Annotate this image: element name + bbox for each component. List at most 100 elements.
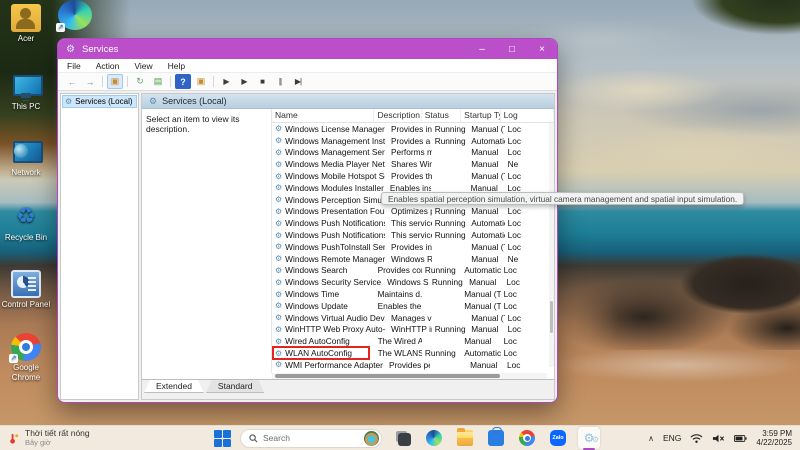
service-name-cell[interactable]: ⚙Windows Media Player Netw... xyxy=(272,159,388,169)
service-row[interactable]: ⚙ Windows Push Notifications... This servi… xyxy=(272,217,554,229)
service-description: Provides con... xyxy=(377,265,422,276)
menu-file[interactable]: File xyxy=(67,61,81,71)
service-name-cell[interactable]: ⚙ Windows Push Notifications... xyxy=(272,218,388,228)
desktop-icon-control-panel[interactable]: Control Panel xyxy=(0,270,52,310)
service-name-cell[interactable]: ⚙ Windows Time xyxy=(272,289,375,299)
service-row[interactable]: ⚙WMI Performance AdapterProvides per...M… xyxy=(272,359,554,371)
column-header-startup-type[interactable]: Startup Type xyxy=(461,109,501,122)
desktop-icon-network[interactable]: Network xyxy=(0,138,52,178)
taskbar-app-zalo[interactable]: Zalo xyxy=(547,427,569,449)
vertical-scrollbar[interactable] xyxy=(549,123,554,367)
maximize-button[interactable]: □ xyxy=(497,39,527,59)
refresh-button[interactable]: ↻ xyxy=(132,74,148,89)
service-name-cell[interactable]: ⚙ Windows Management Serv... xyxy=(272,147,388,157)
taskbar-app-explorer[interactable] xyxy=(454,427,476,449)
resume-service-button[interactable]: ▶ xyxy=(236,74,252,89)
service-name-cell[interactable]: ⚙ Windows Virtual Audio Devi... xyxy=(272,313,388,323)
export-list-button[interactable]: ▤ xyxy=(150,74,166,89)
service-row[interactable]: ⚙Windows Virtual Audio Devi...Manages vi… xyxy=(272,312,554,324)
restart-service-button[interactable]: ▶| xyxy=(290,74,306,89)
desktop-icon-user-folder[interactable]: Acer xyxy=(0,4,52,44)
column-header-name[interactable]: Name ⌃ xyxy=(272,109,375,122)
search-box[interactable]: Search xyxy=(240,428,382,448)
desktop-icon-recycle-bin[interactable]: ♻ Recycle Bin xyxy=(0,203,52,243)
menu-action[interactable]: Action xyxy=(96,61,120,71)
service-name-cell[interactable]: ⚙ Windows Search xyxy=(272,265,375,275)
menu-help[interactable]: Help xyxy=(168,61,185,71)
service-name-cell[interactable]: ⚙ WMI Performance Adapter xyxy=(272,360,386,370)
start-service-button[interactable]: ▶ xyxy=(218,74,234,89)
wifi-icon[interactable] xyxy=(690,433,703,444)
show-hide-action-pane-button[interactable]: ▣ xyxy=(193,74,209,89)
weather-widget[interactable]: Thời tiết rất nóng Bây giờ xyxy=(0,428,170,448)
menu-view[interactable]: View xyxy=(134,61,152,71)
service-row[interactable]: ⚙Windows UpdateEnables the ...Manual (Tr… xyxy=(272,300,554,312)
service-name-cell[interactable]: ⚙ Windows Presentation Foun... xyxy=(272,206,388,216)
service-name-cell[interactable]: ⚙Windows PushToInstall Servi... xyxy=(272,242,388,252)
service-name-cell[interactable]: ⚙WinHTTP Web Proxy Auto-D... xyxy=(272,324,388,334)
start-button[interactable] xyxy=(212,428,232,448)
service-row[interactable]: ⚙Windows TimeMaintains d...Manual (Trigg… xyxy=(272,288,554,300)
taskbar-app-chrome[interactable] xyxy=(516,427,538,449)
service-name-cell[interactable]: ⚙ Windows Update xyxy=(272,301,375,311)
battery-icon[interactable] xyxy=(734,433,747,444)
tray-overflow-chevron-icon[interactable]: ∧ xyxy=(648,434,654,443)
horizontal-scrollbar-thumb[interactable] xyxy=(274,374,501,378)
back-button[interactable]: ← xyxy=(64,74,80,89)
pause-service-button[interactable]: || xyxy=(272,74,288,89)
service-row[interactable]: ⚙Windows Security ServiceWindows Se...Ru… xyxy=(272,276,554,288)
service-row[interactable]: ⚙Wired AutoConfigThe Wired A...ManualLoc xyxy=(272,335,554,347)
service-name-cell[interactable]: ⚙ Windows Management Instr... xyxy=(272,136,388,146)
column-header-log[interactable]: Log xyxy=(501,109,554,122)
vertical-scrollbar-thumb[interactable] xyxy=(550,301,553,333)
desktop-icon-chrome-shortcut[interactable]: ↗ Google Chrome xyxy=(0,333,52,383)
service-row[interactable]: ⚙Windows Remote Managem...Windows Re...M… xyxy=(272,253,554,265)
stop-service-button[interactable]: ■ xyxy=(254,74,270,89)
tab-standard[interactable]: Standard xyxy=(205,380,265,393)
service-gear-icon: ⚙ xyxy=(275,147,283,157)
service-row[interactable]: ⚙Windows Mobile Hotspot Se...Provides th… xyxy=(272,170,554,182)
service-row[interactable]: ⚙Windows Management Instr...Provides a c… xyxy=(272,135,554,147)
service-name-cell[interactable]: ⚙ Windows Modules Installer xyxy=(272,183,387,193)
service-row[interactable]: ⚙ Windows Push Notifications... This servi… xyxy=(272,229,554,241)
language-indicator[interactable]: ENG xyxy=(663,433,681,443)
close-button[interactable]: × xyxy=(527,39,557,59)
service-row[interactable]: ⚙Windows Media Player Netw...Shares Wind… xyxy=(272,158,554,170)
service-row[interactable]: ⚙WLAN AutoConfigThe WLANS...RunningAutom… xyxy=(272,346,554,361)
service-status: Running xyxy=(434,324,466,335)
tab-extended[interactable]: Extended xyxy=(144,380,204,393)
clock[interactable]: 3:59 PM 4/22/2025 xyxy=(756,429,792,447)
service-name-cell[interactable]: ⚙Windows License Manager S... xyxy=(272,124,388,134)
column-header-status[interactable]: Status xyxy=(422,109,462,122)
desktop-icon-edge-shortcut[interactable]: ↗ xyxy=(49,0,101,32)
service-row[interactable]: ⚙Windows SearchProvides con...RunningAut… xyxy=(272,265,554,277)
volume-muted-icon[interactable] xyxy=(712,433,725,444)
help-button[interactable]: ? xyxy=(175,74,191,89)
taskbar-app-edge[interactable] xyxy=(423,427,445,449)
service-name-cell[interactable]: ⚙ Windows Security Service xyxy=(272,277,384,287)
service-status: Running xyxy=(424,348,456,359)
minimize-button[interactable]: – xyxy=(467,39,497,59)
service-name-cell[interactable]: ⚙ Windows Push Notifications... xyxy=(272,230,388,240)
desktop-icon-this-pc[interactable]: This PC xyxy=(0,72,52,112)
column-header-description[interactable]: Description xyxy=(374,109,422,122)
service-name-cell[interactable]: ⚙ WLAN AutoConfig xyxy=(272,346,375,361)
tree-item-services-local[interactable]: ⚙ Services (Local) xyxy=(62,95,137,108)
taskbar-app-task-view[interactable] xyxy=(392,427,414,449)
service-name-cell[interactable]: ⚙ Wired AutoConfig xyxy=(272,336,375,346)
title-bar[interactable]: ⚙ Services – □ × xyxy=(58,39,557,59)
service-row[interactable]: ⚙Windows License Manager S...Provides in… xyxy=(272,123,554,135)
taskbar-app-services[interactable]: ⚙ xyxy=(578,427,600,450)
taskbar-app-store[interactable] xyxy=(485,427,507,449)
service-name-cell[interactable]: ⚙ Windows Mobile Hotspot Se... xyxy=(272,171,388,181)
show-hide-console-tree-button[interactable]: ▣ xyxy=(107,74,123,89)
service-row[interactable]: ⚙Windows PushToInstall Servi...Provides … xyxy=(272,241,554,253)
service-startup-type: Manual (Trigg... xyxy=(471,241,504,252)
forward-button[interactable]: → xyxy=(82,74,98,89)
service-row[interactable]: ⚙Windows Management Serv...Performs ma..… xyxy=(272,147,554,159)
service-name-cell[interactable]: ⚙Windows Perception Simulat... xyxy=(272,195,388,205)
service-row[interactable]: ⚙WinHTTP Web Proxy Auto-D...WinHTTP im..… xyxy=(272,324,554,336)
search-daily-image[interactable] xyxy=(364,430,379,446)
service-name-cell[interactable]: ⚙Windows Remote Managem... xyxy=(272,254,388,264)
service-row[interactable]: ⚙Windows Presentation Foun...Optimizes p… xyxy=(272,206,554,218)
